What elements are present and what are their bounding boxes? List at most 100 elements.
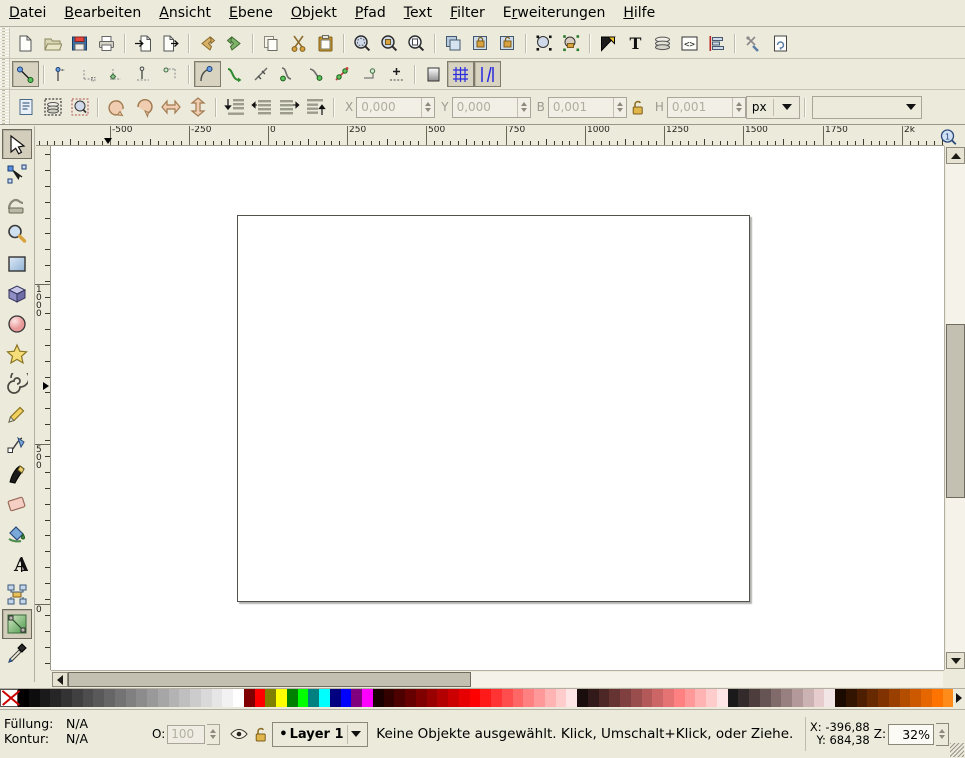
scroll-up-button[interactable] — [946, 147, 965, 164]
height-field[interactable] — [667, 97, 746, 118]
palette-swatch[interactable] — [502, 689, 513, 707]
palette-swatch[interactable] — [233, 689, 244, 707]
palette-swatch[interactable] — [244, 689, 255, 707]
palette-swatch[interactable] — [760, 689, 771, 707]
palette-swatch[interactable] — [298, 689, 309, 707]
palette-swatch[interactable] — [738, 689, 749, 707]
zoom-indicator-icon[interactable]: 1 — [939, 128, 958, 146]
preferences-icon[interactable] — [740, 30, 767, 56]
width-field-stepper[interactable] — [613, 98, 626, 117]
palette-swatch[interactable] — [910, 689, 921, 707]
palette-swatch[interactable] — [351, 689, 362, 707]
horizontal-scroll-thumb[interactable] — [68, 672, 471, 687]
paste-icon[interactable] — [312, 30, 339, 56]
layers-icon[interactable] — [649, 30, 676, 56]
object-properties-icon[interactable] — [531, 30, 558, 56]
palette-swatch[interactable] — [717, 689, 728, 707]
palette-swatch[interactable] — [728, 689, 739, 707]
palette-swatch[interactable] — [405, 689, 416, 707]
tool-connector[interactable] — [2, 579, 32, 609]
overflow-dropdown[interactable] — [812, 96, 922, 119]
palette-swatch[interactable] — [599, 689, 610, 707]
tool-zoom[interactable] — [2, 219, 32, 249]
tool-eraser[interactable] — [2, 489, 32, 519]
new-document-icon[interactable] — [12, 30, 39, 56]
y-field[interactable] — [452, 97, 531, 118]
select-all-layers-icon[interactable] — [39, 94, 66, 120]
undo-icon[interactable] — [194, 30, 221, 56]
palette-swatch[interactable] — [179, 689, 190, 707]
x-field-stepper[interactable] — [421, 98, 434, 117]
palette-swatch[interactable] — [72, 689, 83, 707]
palette-swatch[interactable] — [480, 689, 491, 707]
palette-swatch[interactable] — [577, 689, 588, 707]
show-outline-icon[interactable] — [474, 61, 501, 87]
transform-dialog-icon[interactable] — [558, 30, 585, 56]
tool-gradient[interactable] — [2, 609, 32, 639]
palette-swatch[interactable] — [29, 689, 40, 707]
tool-selector[interactable] — [2, 129, 32, 159]
zoom-drawing-icon[interactable] — [376, 30, 403, 56]
menu-text[interactable]: Text — [395, 1, 441, 25]
palette-swatch[interactable] — [491, 689, 502, 707]
fill-and-stroke-icon[interactable] — [595, 30, 622, 56]
palette-swatch[interactable] — [437, 689, 448, 707]
palette-swatch[interactable] — [416, 689, 427, 707]
palette-swatch[interactable] — [255, 689, 266, 707]
tool-bezier[interactable] — [2, 429, 32, 459]
palette-swatch[interactable] — [943, 689, 954, 707]
palette-swatch[interactable] — [889, 689, 900, 707]
palette-swatch[interactable] — [40, 689, 51, 707]
layer-lock-icon[interactable] — [250, 723, 272, 745]
palette-swatch[interactable] — [373, 689, 384, 707]
object-to-path-icon[interactable] — [356, 61, 383, 87]
segment-line-icon[interactable] — [302, 61, 329, 87]
tool-star[interactable] — [2, 339, 32, 369]
eye-icon[interactable] — [228, 723, 250, 745]
palette-swatch[interactable] — [545, 689, 556, 707]
palette-swatch[interactable] — [674, 689, 685, 707]
show-transform-handles-icon[interactable] — [447, 61, 474, 87]
resize-grip[interactable] — [950, 743, 964, 757]
palette-swatch[interactable] — [448, 689, 459, 707]
palette-swatch[interactable] — [169, 689, 180, 707]
horizontal-scrollbar[interactable] — [51, 670, 944, 687]
palette-swatch[interactable] — [212, 689, 223, 707]
raise-icon[interactable] — [275, 94, 302, 120]
palette-swatch[interactable] — [642, 689, 653, 707]
rotate-ccw-icon[interactable] — [103, 94, 130, 120]
menu-ebene[interactable]: Ebene — [220, 1, 282, 25]
tool-text[interactable]: A — [2, 549, 32, 579]
zoom-selection-icon[interactable] — [349, 30, 376, 56]
delete-segment-icon[interactable] — [157, 61, 184, 87]
palette-swatch[interactable] — [609, 689, 620, 707]
palette-swatch[interactable] — [867, 689, 878, 707]
toolbar-grip[interactable] — [0, 28, 10, 58]
palette-swatch[interactable] — [341, 689, 352, 707]
menu-pfad[interactable]: Pfad — [346, 1, 395, 25]
copy-icon[interactable] — [258, 30, 285, 56]
palette-swatch[interactable] — [319, 689, 330, 707]
show-clip-icon[interactable] — [420, 61, 447, 87]
palette-swatch[interactable] — [824, 689, 835, 707]
align-and-distribute-icon[interactable] — [703, 30, 730, 56]
tool-calligraphy[interactable] — [2, 459, 32, 489]
height-field-stepper[interactable] — [732, 98, 745, 117]
scroll-left-button[interactable] — [52, 672, 68, 687]
layer-selector[interactable]: • Layer 1 — [272, 722, 368, 747]
cut-icon[interactable] — [285, 30, 312, 56]
zoom-field[interactable]: 32% — [888, 724, 934, 745]
palette-swatch[interactable] — [394, 689, 405, 707]
zoom-stepper[interactable] — [936, 723, 949, 746]
delete-node-icon[interactable] — [49, 61, 76, 87]
palette-swatch[interactable] — [846, 689, 857, 707]
palette-swatch[interactable] — [201, 689, 212, 707]
palette-swatch[interactable] — [749, 689, 760, 707]
duplicate-icon[interactable] — [440, 30, 467, 56]
x-field[interactable] — [356, 97, 435, 118]
xml-editor-icon[interactable]: <> — [676, 30, 703, 56]
palette-swatch[interactable] — [93, 689, 104, 707]
menu-bearbeiten[interactable]: Bearbeiten — [55, 1, 150, 25]
palette-swatch[interactable] — [222, 689, 233, 707]
menu-erweiterungen[interactable]: Erweiterungen — [494, 1, 615, 25]
